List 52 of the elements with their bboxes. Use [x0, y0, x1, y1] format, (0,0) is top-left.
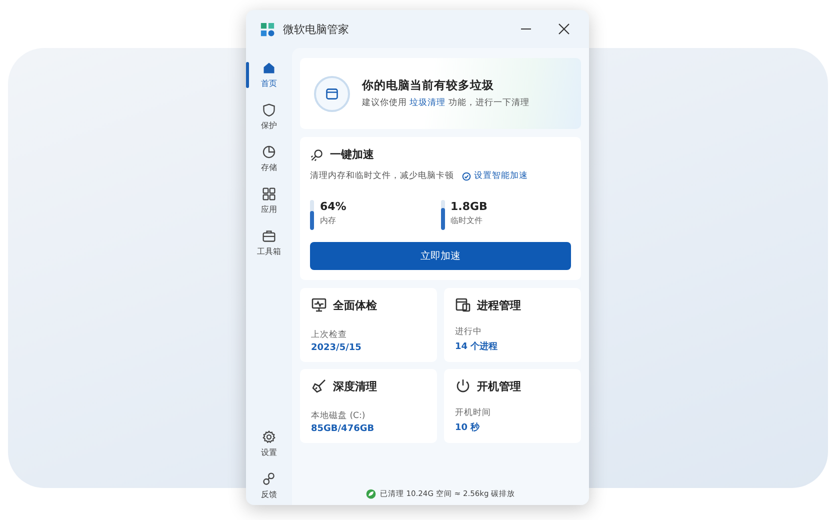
boost-description: 清理内存和临时文件，减少电脑卡顿 [310, 170, 454, 182]
junk-cleanup-link[interactable]: 垃圾清理 [410, 98, 446, 108]
sidebar-item[interactable]: 设置 [249, 425, 289, 463]
feature-tile[interactable]: 进程管理 进行中 14 个进程 [444, 288, 581, 362]
toolbox-icon [262, 229, 276, 243]
tile-value: 10 秒 [455, 422, 481, 434]
meter-label: 临时文件 [450, 215, 484, 226]
window-title: 微软电脑管家 [283, 22, 350, 36]
pie-chart-icon [262, 145, 276, 159]
feature-tile[interactable]: 开机管理 开机时间 10 秒 [444, 369, 581, 443]
tile-label: 本地磁盘 (C:) [311, 410, 366, 422]
feature-tile[interactable]: 全面体检 上次检查 2023/5/15 [300, 288, 437, 362]
app-logo-icon [260, 22, 275, 36]
tile-value: 85GB/476GB [311, 424, 376, 434]
window-list-icon [455, 297, 471, 313]
meter-label: 内存 [320, 215, 337, 226]
leaf-icon [366, 489, 376, 499]
sidebar-item[interactable]: 存储 [249, 140, 289, 178]
tile-title: 深度清理 [333, 378, 377, 394]
smart-boost-link[interactable]: 设置智能加速 [462, 170, 528, 182]
selection-indicator [246, 62, 249, 88]
meter-value: 1.8GB [450, 200, 488, 213]
settings-icon [262, 430, 276, 444]
tile-value: 2023/5/15 [311, 343, 362, 353]
home-icon [262, 61, 276, 75]
tile-label: 上次检查 [311, 329, 348, 341]
boost-now-button[interactable]: 立即加速 [310, 242, 571, 270]
check-circle-icon [462, 172, 471, 180]
monitor-icon [311, 297, 327, 313]
banner-text: 建议你使用 垃圾清理 功能，进行一下清理 [362, 97, 530, 109]
sidebar-item[interactable]: 反馈 [249, 467, 289, 505]
power-icon [455, 378, 471, 394]
feedback-icon [262, 472, 276, 486]
sidebar-item[interactable]: 保护 [249, 98, 289, 136]
banner-title: 你的电脑当前有较多垃圾 [362, 78, 495, 93]
shield-icon [262, 103, 276, 117]
meter-value: 64% [320, 200, 346, 213]
sidebar-item[interactable]: 工具箱 [249, 224, 289, 262]
apps-icon [262, 187, 276, 201]
browser-window-icon [314, 76, 350, 112]
sidebar-item[interactable]: 首页 [249, 56, 289, 94]
tile-title: 开机管理 [477, 378, 521, 394]
tile-title: 进程管理 [477, 298, 521, 312]
boost-title: 一键加速 [330, 147, 374, 162]
tile-value: 14 个进程 [455, 340, 499, 353]
tile-label: 开机时间 [455, 407, 492, 419]
broom-icon [311, 378, 327, 394]
close-icon [558, 23, 570, 35]
sidebar-item[interactable]: 应用 [249, 182, 289, 220]
tile-title: 全面体检 [333, 298, 377, 312]
tile-label: 进行中 [455, 326, 483, 338]
feature-tile[interactable]: 深度清理 本地磁盘 (C:) 85GB/476GB [300, 369, 437, 443]
